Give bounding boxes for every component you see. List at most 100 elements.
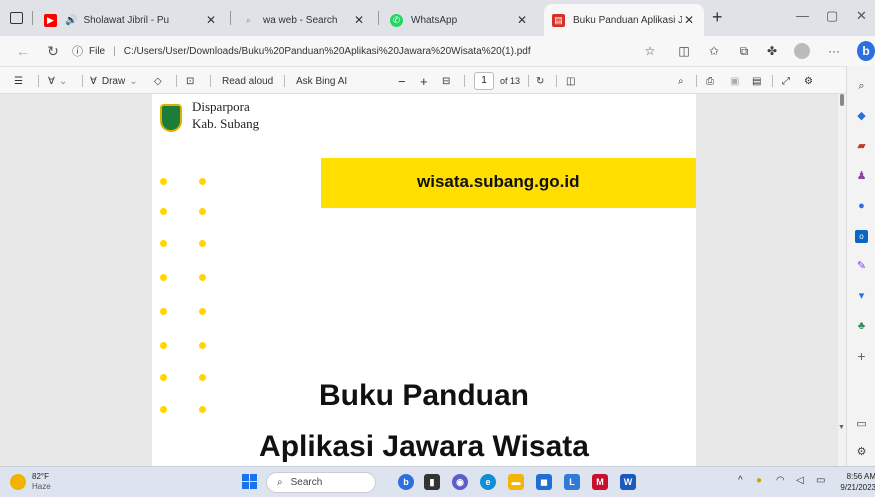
save-icon[interactable]: ▣ <box>730 72 739 90</box>
tab-actions-icon[interactable] <box>8 10 24 26</box>
mcafee-icon[interactable]: M <box>592 474 608 490</box>
page-number-input[interactable]: 1 <box>474 72 494 90</box>
back-button[interactable]: ← <box>14 42 32 60</box>
pdf-icon: ▤ <box>552 13 565 27</box>
website-banner: wisata.subang.go.id <box>321 158 696 208</box>
weather-widget[interactable]: 82°F Haze <box>10 472 51 492</box>
profile-avatar[interactable] <box>794 43 810 59</box>
rotate-icon[interactable]: ↻ <box>536 72 544 90</box>
lens-icon[interactable]: L <box>564 474 580 490</box>
audio-playing-icon: 🔊 <box>65 14 78 26</box>
organization-label: Disparpora Kab. Subang <box>192 98 259 132</box>
url-text[interactable]: C:/Users/User/Downloads/Buku%20Panduan%2… <box>124 46 531 57</box>
close-tab-icon[interactable]: ✕ <box>352 13 366 27</box>
sidebar-settings-icon[interactable]: ⚙ <box>855 446 868 459</box>
pdf-page: Disparpora Kab. Subang wisata.subang.go.… <box>152 94 696 466</box>
tab-pdf-active[interactable]: ▤ Buku Panduan Aplikasi Jaw ✕ <box>544 4 704 36</box>
word-icon[interactable]: W <box>620 474 636 490</box>
wifi-icon[interactable]: ◠ <box>776 475 785 486</box>
draw-button[interactable]: ∀ Draw ⌄ <box>90 72 138 90</box>
decorative-dot <box>160 240 167 247</box>
tab-strip: ▶ 🔊 Sholawat Jibril - Pu ✕ ⌕ wa web - Se… <box>0 0 875 36</box>
decorative-dot <box>160 308 167 315</box>
favorites-icon[interactable]: ✩ <box>706 43 722 59</box>
close-window-button[interactable]: ✕ <box>856 8 867 24</box>
search-icon: ⌕ <box>245 14 252 25</box>
whatsapp-icon: ✆ <box>390 13 403 27</box>
zoom-out-button[interactable]: − <box>398 72 406 90</box>
system-clock[interactable]: 8:56 AM 9/21/2023 <box>836 471 875 493</box>
edge-icon[interactable]: e <box>480 474 496 490</box>
print-icon[interactable]: ⎙ <box>706 72 714 90</box>
scroll-down-arrow[interactable]: ▼ <box>838 424 845 431</box>
new-tab-button[interactable]: + <box>712 7 723 28</box>
sidebar-toggle-icon[interactable]: ▭ <box>855 418 868 431</box>
decorative-dot <box>160 178 167 185</box>
search-icon: ⌕ <box>277 477 283 488</box>
drop-icon[interactable]: ▾ <box>855 290 868 303</box>
decorative-dot <box>199 308 206 315</box>
settings-icon[interactable]: ⚙ <box>804 72 813 90</box>
tab-whatsapp[interactable]: ✆ WhatsApp ✕ <box>382 4 537 36</box>
battery-icon[interactable]: ▭ <box>816 475 825 486</box>
designer-icon[interactable]: ✎ <box>855 260 868 273</box>
document-title-line1: Buku Panduan <box>318 379 529 412</box>
taskbar-search[interactable]: ⌕ Search <box>266 472 376 493</box>
find-icon[interactable]: ⌕ <box>678 72 684 90</box>
bing-chat-icon[interactable]: b <box>857 41 875 61</box>
office-icon[interactable]: ● <box>855 200 868 213</box>
fit-page-icon[interactable]: ⊟ <box>442 72 450 90</box>
tools-icon[interactable]: ▰ <box>855 140 868 153</box>
zoom-in-button[interactable]: + <box>420 72 428 90</box>
clock-date: 9/21/2023 <box>840 483 875 492</box>
bing-icon[interactable]: b <box>398 474 414 490</box>
decorative-dot <box>160 342 167 349</box>
add-icon[interactable]: + <box>855 349 868 363</box>
split-screen-icon[interactable]: ◫ <box>676 43 692 59</box>
store-icon[interactable]: ◼ <box>536 474 552 490</box>
tree-icon[interactable]: ♣ <box>855 320 868 333</box>
extensions-icon[interactable]: ✤ <box>764 43 780 59</box>
read-aloud-button[interactable]: Read aloud <box>222 72 273 90</box>
ask-bing-button[interactable]: Ask Bing AI <box>296 72 347 90</box>
sun-icon <box>10 474 26 490</box>
windows-start-icon[interactable] <box>242 474 258 490</box>
scrollbar-thumb[interactable] <box>840 94 844 106</box>
show-hidden-icons[interactable]: ^ <box>738 475 743 486</box>
task-view-icon[interactable]: ▮ <box>424 474 440 490</box>
vertical-scrollbar[interactable]: ▼ <box>838 94 846 466</box>
collections-icon[interactable]: ⧉ <box>736 43 752 59</box>
maximize-button[interactable]: ▢ <box>826 8 838 24</box>
contents-icon[interactable]: ☰ <box>14 72 23 90</box>
outlook-icon[interactable]: o <box>855 230 868 243</box>
tab-title: WhatsApp <box>411 14 458 26</box>
more-menu-icon[interactable]: ··· <box>826 43 842 59</box>
divider <box>464 75 465 87</box>
highlight-icon[interactable]: ∀ ⌄ <box>48 72 67 90</box>
shopping-icon[interactable]: ◆ <box>855 110 868 123</box>
tray-app-icon[interactable]: ● <box>756 475 762 486</box>
file-explorer-icon[interactable]: ▬ <box>508 474 524 490</box>
volume-icon[interactable]: ◁ <box>796 475 804 486</box>
address-bar[interactable]: ⓘ File | C:/Users/User/Downloads/Buku%20… <box>72 40 632 62</box>
refresh-button[interactable]: ↻ <box>44 42 62 60</box>
games-icon[interactable]: ♟ <box>855 170 868 183</box>
save-as-icon[interactable]: ▤ <box>752 72 761 90</box>
close-tab-icon[interactable]: ✕ <box>515 13 529 27</box>
tab-youtube[interactable]: ▶ 🔊 Sholawat Jibril - Pu ✕ <box>36 4 226 36</box>
tab-title: Sholawat Jibril - Pu <box>83 14 170 26</box>
add-text-icon[interactable]: ⊡ <box>186 72 194 90</box>
tab-wa-search[interactable]: ⌕ wa web - Search ✕ <box>234 4 374 36</box>
decorative-dot <box>199 178 206 185</box>
info-icon[interactable]: ⓘ <box>72 43 83 59</box>
pdf-viewer[interactable]: Disparpora Kab. Subang wisata.subang.go.… <box>0 94 845 466</box>
page-view-icon[interactable]: ◫ <box>566 72 575 90</box>
chat-icon[interactable]: ◉ <box>452 474 468 490</box>
search-icon[interactable]: ⌕ <box>855 80 868 93</box>
close-tab-icon[interactable]: ✕ <box>682 13 696 27</box>
favorite-star-icon[interactable]: ☆ <box>642 43 658 59</box>
close-tab-icon[interactable]: ✕ <box>204 13 218 27</box>
erase-icon[interactable]: ◇ <box>154 72 162 90</box>
fullscreen-icon[interactable]: ⤢ <box>782 72 790 90</box>
minimize-button[interactable]: — <box>796 8 809 23</box>
